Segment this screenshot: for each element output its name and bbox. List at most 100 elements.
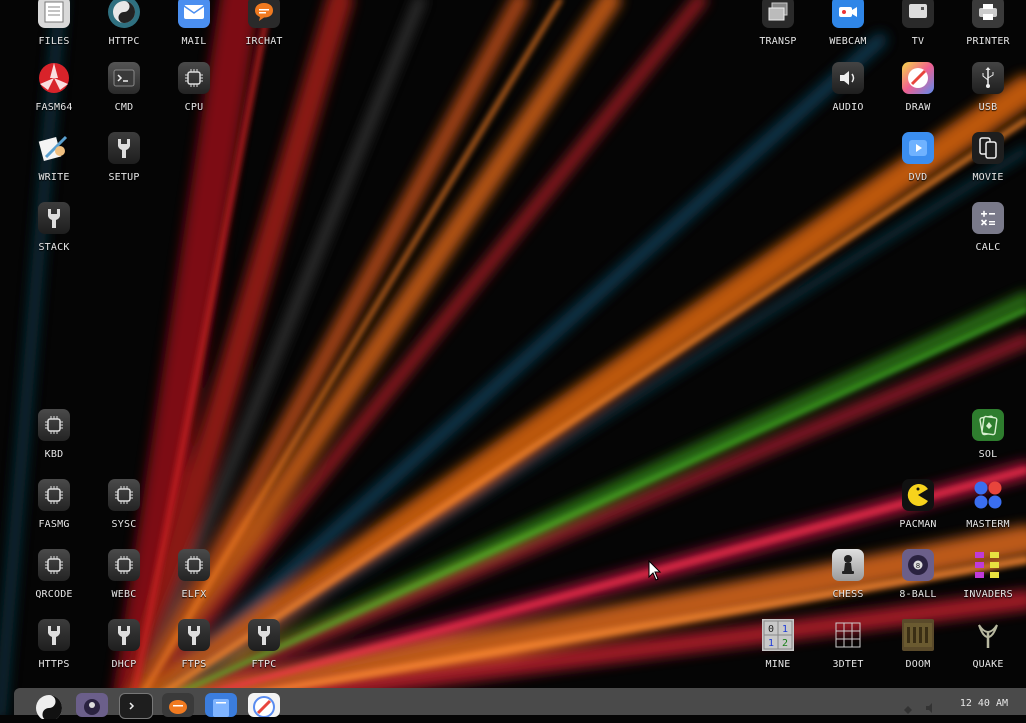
desktop-icon-qrcode[interactable]: QRCODE — [19, 549, 89, 621]
desktop-icon-https[interactable]: HTTPS — [19, 619, 89, 691]
desktop-icon-files[interactable]: FILES — [19, 0, 89, 68]
desktop-icon-ftpc[interactable]: FTPC — [229, 619, 299, 691]
desktop-icon-printer[interactable]: PRINTER — [953, 0, 1023, 68]
desktop-icon-label: WRITE — [38, 172, 70, 183]
desktop-icon-kbd[interactable]: KBD — [19, 409, 89, 481]
taskbar-clock: 12 40 AM — [959, 698, 1008, 709]
desktop-icon-label: WEBCAM — [829, 36, 867, 47]
desktop-icon-invaders[interactable]: INVADERS — [953, 552, 1023, 621]
desktop-icon-webc[interactable]: WEBC — [89, 549, 159, 621]
desktop-icon-masterm[interactable]: MASTERM — [953, 481, 1023, 551]
wrench-icon — [38, 619, 70, 651]
desktop-icon-label: CHESS — [832, 589, 864, 600]
desktop-icon-httpc[interactable]: HTTPC — [89, 0, 159, 68]
desktop-icon-label: DHCP — [111, 659, 137, 670]
desktop-icon-cmd[interactable]: CMD — [89, 62, 159, 134]
desktop-icon-label: FTPS — [181, 659, 207, 670]
desktop-icon-dhcp[interactable]: DHCP — [89, 619, 159, 691]
desktop-icon-transp[interactable]: TRANSP — [743, 0, 813, 68]
desktop-icon-label: QRCODE — [35, 589, 73, 600]
chip-icon — [108, 549, 140, 581]
svg-text:1: 1 — [768, 638, 774, 649]
wrench-icon — [248, 619, 280, 651]
desktop-icon-usb[interactable]: USB — [953, 62, 1023, 134]
desktop-icon-calc[interactable]: CALC — [953, 202, 1023, 274]
desktop-icon-3dtet[interactable]: 3DTET — [813, 622, 883, 691]
desktop-icon-label: PRINTER — [966, 36, 1010, 47]
desktop-icon-label: INVADERS — [963, 589, 1013, 600]
desktop-icon-chess[interactable]: CHESS — [813, 549, 883, 621]
desktop-icon-draw[interactable]: DRAW — [883, 62, 953, 134]
desktop-icon-fasmg[interactable]: FASMG — [19, 479, 89, 551]
desktop-icon-label: CALC — [975, 242, 1001, 253]
chip-icon — [38, 479, 70, 511]
desktop-icon-quake[interactable]: QUAKE — [953, 623, 1023, 691]
desktop-icon-audio[interactable]: AUDIO — [813, 62, 883, 134]
desktop-icon-cpu[interactable]: CPU — [159, 62, 229, 134]
volume-icon — [926, 703, 932, 713]
desktop-icon-8ball[interactable]: 8 8-BALL — [883, 549, 953, 621]
taskbar-app-cmd[interactable] — [119, 693, 153, 719]
pacman-icon — [902, 479, 934, 511]
taskbar-app-irchat[interactable] — [162, 693, 194, 717]
doom-icon — [902, 619, 934, 651]
svg-text:1: 1 — [782, 624, 788, 635]
wrench-icon — [178, 619, 210, 651]
cards-icon — [972, 409, 1004, 441]
printer-icon — [972, 0, 1004, 28]
desktop-icon-label: HTTPC — [108, 36, 140, 47]
desktop-icon-stack[interactable]: STACK — [19, 202, 89, 274]
desktop-icon-pacman[interactable]: PACMAN — [883, 479, 953, 551]
chip-icon — [38, 409, 70, 441]
desktop-icon-label: DVD — [908, 172, 928, 183]
desktop-icon-label: SOL — [978, 449, 998, 460]
taskbar-app-draw[interactable] — [248, 693, 280, 718]
files-icon — [38, 0, 70, 28]
desktop-icon-label: 3DTET — [832, 659, 864, 670]
transp-icon — [762, 0, 794, 28]
desktop-icon-label: MINE — [765, 659, 791, 670]
desktop-icon-label: FASMG — [38, 519, 70, 530]
desktop-icon-movie[interactable]: MOVIE — [953, 132, 1023, 204]
desktop-icon-tv[interactable]: TV — [883, 0, 953, 68]
yin-yang-icon — [108, 0, 140, 28]
desktop-icon-sol[interactable]: SOL — [953, 409, 1023, 481]
desktop-icon-dvd[interactable]: DVD — [883, 132, 953, 204]
desktop-icon-mine[interactable]: 0112 MINE — [743, 619, 813, 691]
desktop-icon-elfx[interactable]: ELFX — [159, 549, 229, 621]
desktop-icon-irchat[interactable]: IRCHAT — [229, 0, 299, 68]
desktop-icon-write[interactable]: WRITE — [19, 135, 89, 204]
pen-icon — [38, 132, 70, 164]
desktop-icon-label: DRAW — [905, 102, 931, 113]
desktop-icon-label: MOVIE — [972, 172, 1004, 183]
desktop-icon-doom[interactable]: DOOM — [883, 619, 953, 691]
desktop-icon-ftps[interactable]: FTPS — [159, 619, 229, 691]
desktop-icon-sysc[interactable]: SYSC — [89, 479, 159, 551]
svg-text:2: 2 — [782, 638, 788, 649]
dvd-icon — [902, 132, 934, 164]
mouse-cursor-icon — [648, 560, 662, 581]
mastermind-icon — [972, 479, 1004, 511]
desktop-icon-setup[interactable]: SETUP — [89, 132, 159, 204]
desktop-icon-label: SETUP — [108, 172, 140, 183]
taskbar-app-httpc[interactable] — [34, 693, 66, 721]
taskbar-app-files[interactable] — [205, 693, 237, 717]
taskbar-app-8ball[interactable] — [76, 693, 108, 717]
desktop-icon-label: STACK — [38, 242, 70, 253]
desktop-icon-label: SYSC — [111, 519, 137, 530]
yin-yang-icon — [36, 695, 62, 721]
grid-icon — [832, 619, 864, 651]
desktop-icon-label: TRANSP — [759, 36, 797, 47]
desktop-icon-label: USB — [978, 102, 998, 113]
draw-icon — [253, 696, 275, 718]
draw-icon — [902, 62, 934, 94]
fasm-icon — [38, 62, 70, 94]
taskbar: 12 40 AM — [14, 688, 1026, 721]
desktop-icon-webcam[interactable]: WEBCAM — [813, 0, 883, 68]
desktop-icon-label: HTTPS — [38, 659, 70, 670]
desktop-icon-label: FILES — [38, 36, 70, 47]
desktop-icon-fasm64[interactable]: FASM64 — [19, 63, 89, 134]
chat-icon — [169, 700, 187, 714]
desktop-icon-label: TV — [911, 36, 925, 47]
desktop-icon-mail[interactable]: MAIL — [159, 0, 229, 68]
